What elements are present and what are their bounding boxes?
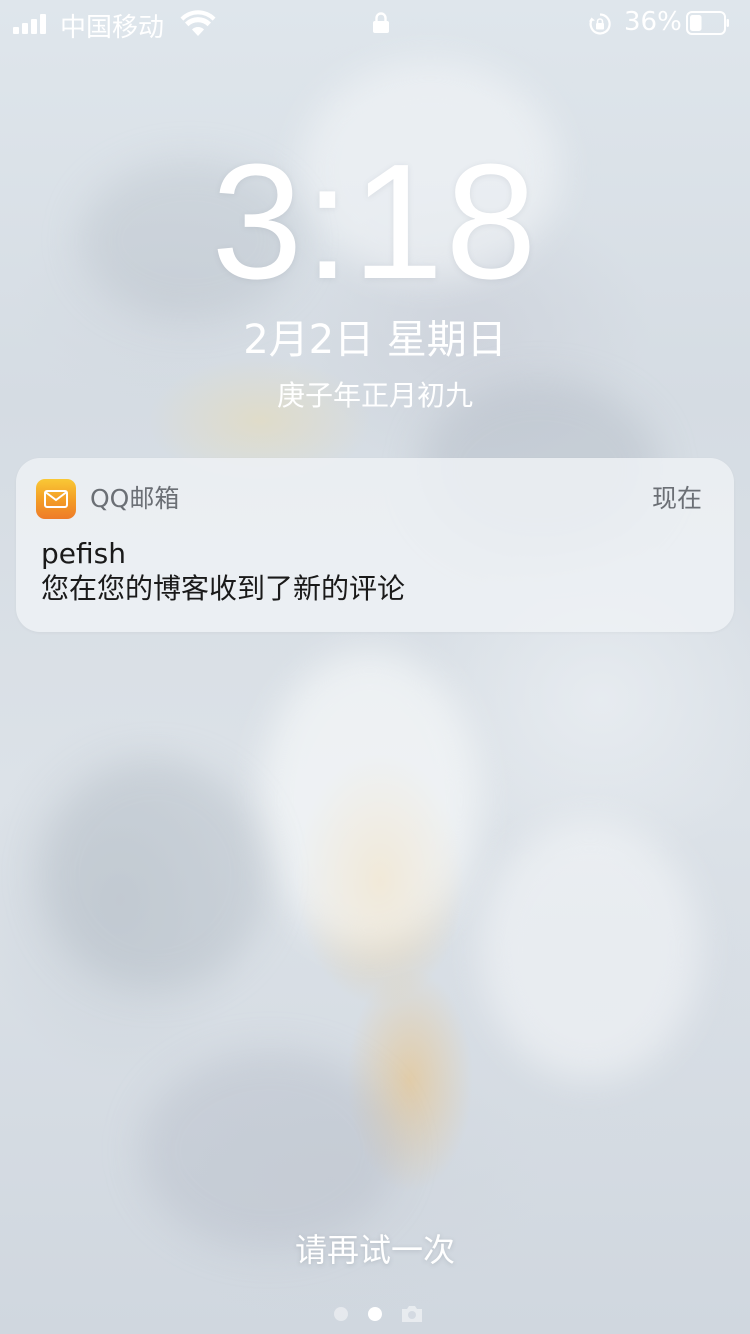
lock-screen-clock: 3:18 (211, 130, 539, 313)
lock-icon (373, 12, 389, 33)
wallpaper-smoke (480, 820, 700, 1080)
mail-icon (36, 479, 76, 519)
notification-card[interactable]: QQ邮箱 现在 pefish 您在您的博客收到了新的评论 (16, 458, 734, 632)
battery-icon (686, 11, 729, 35)
notification-time: 现在 (651, 484, 702, 513)
camera-icon[interactable] (400, 1304, 424, 1324)
battery-percentage: 36% (624, 7, 682, 37)
page-indicator[interactable] (0, 1302, 750, 1326)
signal-icon (13, 14, 51, 34)
carrier-name: 中国移动 (60, 13, 165, 43)
notification-title: pefish (41, 537, 126, 570)
rotation-lock-icon (589, 13, 611, 35)
page-dot[interactable] (334, 1307, 348, 1321)
notification-body: 您在您的博客收到了新的评论 (41, 572, 406, 605)
notification-app-name: QQ邮箱 (90, 484, 180, 513)
lock-screen: 中国移动 36% 3:18 2月2日 星期日 庚子年正月初九 QQ邮箱 现在 p… (0, 0, 750, 1334)
page-dot-current[interactable] (368, 1307, 382, 1321)
unlock-retry-hint: 请再试一次 (294, 1231, 455, 1269)
wifi-icon (180, 10, 216, 36)
wallpaper-smoke (140, 1050, 400, 1250)
lock-screen-date: 2月2日 星期日 (243, 317, 507, 363)
lunar-date: 庚子年正月初九 (276, 379, 473, 412)
wallpaper-smoke (40, 760, 270, 990)
wallpaper-smoke (260, 650, 480, 950)
status-bar: 中国移动 36% (0, 0, 750, 48)
